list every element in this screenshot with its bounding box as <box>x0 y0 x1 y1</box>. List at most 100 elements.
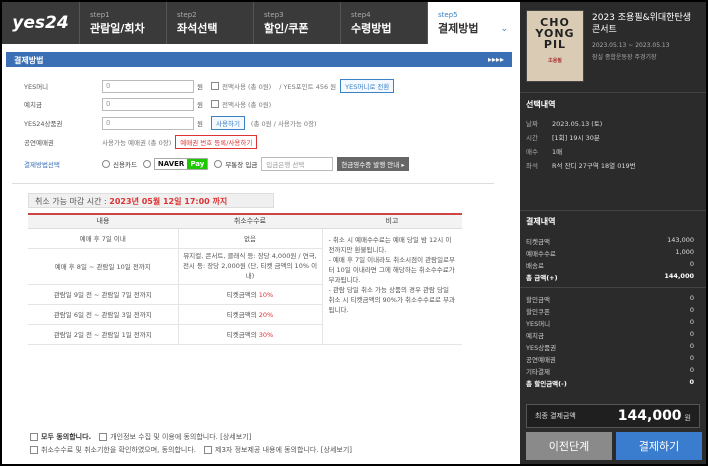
row-content: 예매 후 7일 이내 <box>28 228 178 249</box>
cancel-deadline: 취소 가능 마감 시간 : 2023년 05월 12일 17:00 까지 <box>28 193 274 208</box>
row-fee: 없음 <box>177 228 322 249</box>
use-all-checkbox[interactable] <box>211 82 219 90</box>
chevron-down-icon[interactable]: ⌄ <box>500 24 508 34</box>
giftcard-input[interactable]: 0 <box>102 116 194 130</box>
register-voucher-button[interactable]: 예매권 번호 등록/사용하기 <box>175 135 258 149</box>
convert-yes-money-button[interactable]: YES머니로 전환 <box>340 79 395 93</box>
row-fee: 티켓금액의 20% <box>177 304 322 325</box>
bank-select[interactable]: 입금은행 선택 <box>261 157 334 171</box>
yes-money-label: YES머니 <box>24 83 49 91</box>
step-number: step3 <box>264 11 284 19</box>
selection-row: 날짜 2023.05.13 (토) <box>526 118 700 128</box>
payment-row: 예매수수료 1,000 <box>526 248 694 258</box>
row-content: 관람일 6일 전 ~ 관람일 3일 전까지 <box>28 304 178 325</box>
naver-text: NAVER <box>154 159 188 169</box>
discount-row: YES머니 0 <box>526 318 694 328</box>
divider <box>520 92 706 93</box>
table-header: 내용 취소수수료 비고 <box>28 214 462 229</box>
selection-value: 2023.05.13 (토) <box>552 120 603 128</box>
discount-value: 0 <box>689 330 694 338</box>
yes24-logo[interactable]: yes24 <box>2 2 80 44</box>
fee-text: 티켓금액의 <box>226 331 259 339</box>
naverpay-radio[interactable] <box>142 160 151 168</box>
payment-value: 0 <box>689 260 694 268</box>
discount-key: YES상품권 <box>526 344 557 352</box>
giftcard-label: YES24상품권 <box>24 120 63 128</box>
discount-row: 할인쿠폰 0 <box>526 306 694 316</box>
selection-key: 좌석 <box>526 162 538 170</box>
discount-row: 공연예매권 0 <box>526 354 694 364</box>
step-number: step2 <box>177 11 197 19</box>
fee-percent: 30% <box>258 331 274 339</box>
payment-row: 배송료 0 <box>526 260 694 270</box>
discount-value: 0 <box>689 378 694 386</box>
payment-value: 143,000 <box>667 236 694 244</box>
discount-key: 할인쿠폰 <box>526 308 550 316</box>
note-line: - 취소 시 예매수수료는 예매 당일 밤 12시 이전까지만 환불됩니다. <box>328 235 452 254</box>
agreement-line-2: 취소수수료 및 취소기한을 확인하였으며, 동의합니다. 제3자 정보제공 내용… <box>30 443 352 456</box>
discount-value: 0 <box>689 306 694 314</box>
fee-text: 티켓금액의 <box>226 291 259 299</box>
unit: 원 <box>197 83 203 91</box>
arrows-icon: ▸▸▸▸ <box>487 55 504 64</box>
cancel-fee-table: 내용 취소수수료 비고 예매 후 7일 이내 없음 - 취소 시 예매수수료는 … <box>28 213 462 345</box>
card-radio[interactable] <box>102 160 110 168</box>
agree-all-checkbox[interactable] <box>30 432 38 441</box>
section-title: 결제방법 <box>14 56 44 65</box>
discount-value: 0 <box>689 318 694 326</box>
privacy-label[interactable]: 개인정보 수집 및 이용에 동의합니다. [상세보기] <box>110 432 251 442</box>
payment-key: 총 금액(+) <box>526 274 558 282</box>
step-label: 관람일/회차 <box>90 22 145 35</box>
note-cell: - 취소 시 예매수수료는 예매 당일 밤 12시 이전까지만 환불됩니다. -… <box>321 228 462 345</box>
third-party-checkbox[interactable] <box>204 445 213 454</box>
bank-radio[interactable] <box>214 160 223 168</box>
step-number: step4 <box>351 11 371 19</box>
discount-row: 할인금액 0 <box>526 294 694 304</box>
concert-poster: CHO YONG PIL 조용필 <box>526 10 584 82</box>
step-label: 할인/쿠폰 <box>264 22 309 35</box>
fees-label: 취소수수료 및 취소기한을 확인하였으며, 동의합니다. <box>41 445 197 454</box>
previous-step-button[interactable]: 이전단계 <box>526 432 612 460</box>
payment-total-row: 총 금액(+) 144,000 <box>526 272 694 282</box>
third-party-label[interactable]: 제3자 정보제공 내용에 동의합니다. [상세보기] <box>215 445 352 455</box>
final-amount: 최종 결제금액 144,000 원 <box>526 404 700 428</box>
use-all-checkbox[interactable] <box>211 100 219 108</box>
agree-all-label: 모두 동의합니다. <box>41 432 92 441</box>
poster-subtext: 조용필 <box>548 58 562 64</box>
fees-checkbox[interactable] <box>30 445 38 454</box>
header-fee: 취소수수료 <box>178 214 322 229</box>
cash-receipt-button[interactable]: 현금영수증 발행 안내 ▸ <box>337 157 409 171</box>
step-3[interactable]: step3 할인/쿠폰 <box>254 2 341 44</box>
naverpay-logo[interactable]: NAVER Pay <box>153 158 209 170</box>
selection-key: 시간 <box>526 134 538 142</box>
note-line: - 관람 당일 취소 가능 상품의 경우 관람 당일 취소 시 티켓금액의 90… <box>328 285 455 314</box>
discount-total-row: 총 할인금액(-) 0 <box>526 378 694 388</box>
final-value: 144,000 <box>617 408 682 424</box>
fee-percent: 10% <box>258 291 274 299</box>
divider <box>520 210 706 211</box>
discount-key: 총 할인금액(-) <box>526 380 567 388</box>
deposit-input[interactable]: 0 <box>102 97 194 111</box>
privacy-checkbox[interactable] <box>99 432 108 441</box>
header-content: 내용 <box>28 214 178 229</box>
yes-money-input[interactable]: 0 <box>102 79 194 93</box>
pay-button[interactable]: 결제하기 <box>616 432 702 460</box>
selection-value: [1회] 19시 30분 <box>552 134 600 142</box>
discount-value: 0 <box>689 294 694 302</box>
voucher-row: 공연예매권 사용가능 예매권 (총 0장) 예매권 번호 등록/사용하기 <box>24 135 258 149</box>
step-4[interactable]: step4 수령방법 <box>341 2 428 44</box>
step-5-active[interactable]: step5 결제방법 ⌄ <box>428 2 516 44</box>
discount-key: 할인금액 <box>526 296 550 304</box>
step-number: step1 <box>90 11 110 19</box>
use-giftcard-button[interactable]: 사용하기 <box>211 116 245 130</box>
step-2[interactable]: step2 좌석선택 <box>167 2 254 44</box>
yes-points: / YES포인트 456 원 <box>279 83 337 91</box>
selection-key: 매수 <box>526 148 538 156</box>
unit: 원 <box>197 101 203 109</box>
use-all-label: 전액사용 (총 0원) <box>222 83 272 91</box>
pay-text: Pay <box>187 159 208 169</box>
method-label: 결제방법선택 <box>24 161 60 169</box>
discount-value: 0 <box>689 366 694 374</box>
step-1[interactable]: step1 관람일/회차 <box>80 2 167 44</box>
discount-key: 예치금 <box>526 332 544 340</box>
